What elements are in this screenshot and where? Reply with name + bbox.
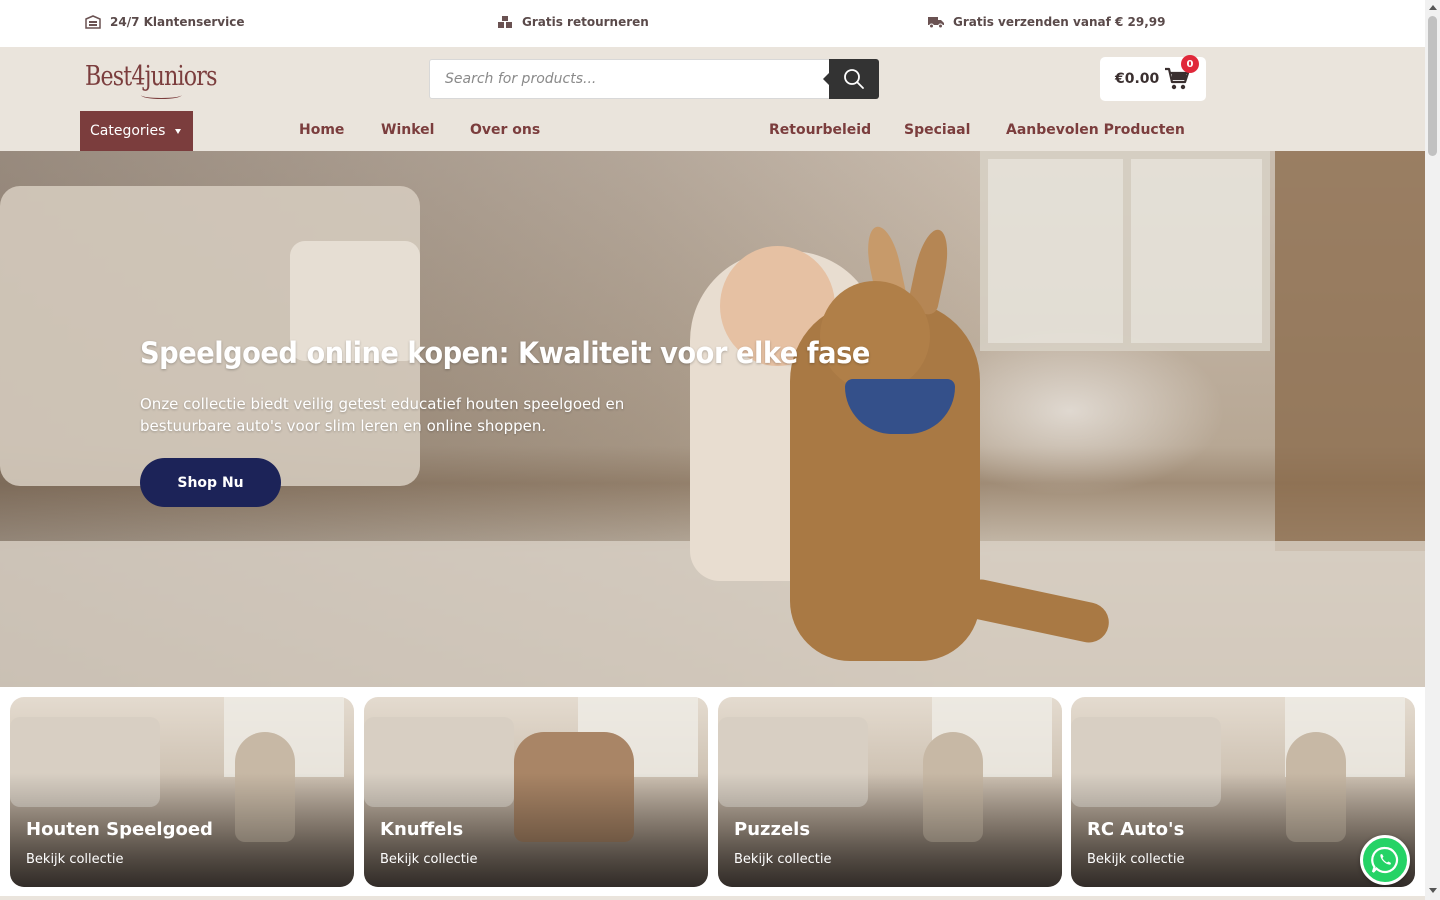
- topbar-free-shipping: Gratis verzenden vanaf € 29,99: [928, 15, 1165, 29]
- topbar-customer-service-label: 24/7 Klantenservice: [110, 15, 245, 29]
- topbar-customer-service: 24/7 Klantenservice: [85, 15, 244, 29]
- search-input[interactable]: [430, 60, 830, 98]
- page-scrollbar[interactable]: [1425, 0, 1440, 900]
- card-link-text: Bekijk collectie: [26, 852, 124, 867]
- page-bottom-edge: [0, 896, 1425, 900]
- topbar-free-returns: Gratis retourneren: [497, 15, 649, 29]
- card-link-text: Bekijk collectie: [1087, 852, 1185, 867]
- logo-swoosh: [140, 91, 182, 99]
- scrollbar-thumb[interactable]: [1428, 16, 1437, 156]
- hero-image-shelf: [1275, 151, 1425, 551]
- nav-speciaal[interactable]: Speciaal: [904, 122, 970, 138]
- category-cards: Houten Speelgoed Bekijk collectie Knuffe…: [0, 687, 1425, 900]
- logo-text: Best4juniors: [85, 61, 217, 92]
- category-card-knuffels[interactable]: Knuffels Bekijk collectie: [364, 697, 708, 887]
- cart-amount: €0.00: [1115, 71, 1160, 87]
- card-title: Knuffels: [380, 819, 464, 840]
- hero-title: Speelgoed online kopen: Kwaliteit voor e…: [140, 336, 870, 370]
- card-title: Puzzels: [734, 819, 811, 840]
- site-header: Best4juniors €0.00 0 Categories Home Win…: [0, 47, 1425, 151]
- card-link-text: Bekijk collectie: [380, 852, 478, 867]
- category-card-puzzels[interactable]: Puzzels Bekijk collectie: [718, 697, 1062, 887]
- nav-retourbeleid[interactable]: Retourbeleid: [769, 122, 871, 138]
- hero-description: Onze collectie biedt veilig getest educa…: [140, 395, 625, 435]
- store-icon: [85, 15, 101, 29]
- boxes-icon: [498, 16, 512, 28]
- cart-button[interactable]: €0.00 0: [1100, 55, 1206, 101]
- cart-count-badge: 0: [1181, 55, 1199, 73]
- scroll-down-arrow-icon[interactable]: [1429, 888, 1437, 893]
- nav-over-ons[interactable]: Over ons: [470, 122, 540, 138]
- card-title: RC Auto's: [1087, 819, 1185, 840]
- nav-winkel[interactable]: Winkel: [381, 122, 434, 138]
- nav-aanbevolen-producten[interactable]: Aanbevolen Producten: [1006, 122, 1185, 138]
- whatsapp-chat-button[interactable]: [1360, 835, 1410, 885]
- scroll-up-arrow-icon[interactable]: [1429, 5, 1437, 10]
- hero-image-window: [980, 151, 1270, 351]
- categories-dropdown-button[interactable]: Categories: [80, 111, 193, 151]
- card-link-text: Bekijk collectie: [734, 852, 832, 867]
- topbar-free-shipping-label: Gratis verzenden vanaf € 29,99: [953, 15, 1166, 29]
- shop-now-button[interactable]: Shop Nu: [140, 458, 281, 507]
- nav-home[interactable]: Home: [299, 122, 344, 138]
- categories-label: Categories: [90, 123, 166, 139]
- search-icon: [844, 69, 864, 89]
- search-button[interactable]: [823, 59, 879, 99]
- topbar-free-returns-label: Gratis retourneren: [522, 15, 649, 29]
- category-card-houten-speelgoed[interactable]: Houten Speelgoed Bekijk collectie: [10, 697, 354, 887]
- whatsapp-icon: [1371, 846, 1399, 874]
- truck-icon: [928, 17, 944, 29]
- top-info-bar: 24/7 Klantenservice Gratis retourneren G…: [0, 0, 1425, 47]
- site-logo[interactable]: Best4juniors: [85, 61, 217, 99]
- caret-down-icon: [175, 128, 182, 134]
- search-form: [429, 59, 879, 99]
- card-title: Houten Speelgoed: [26, 819, 213, 840]
- hero-banner: Speelgoed online kopen: Kwaliteit voor e…: [0, 151, 1425, 687]
